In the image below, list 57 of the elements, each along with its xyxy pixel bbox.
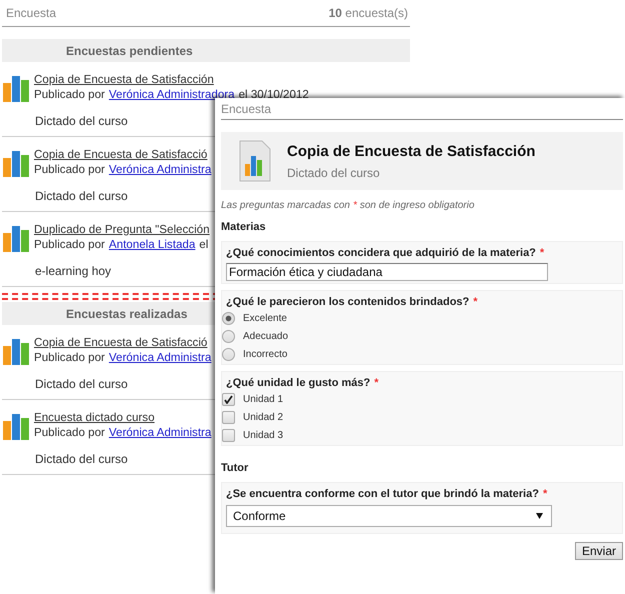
published-label: Publicado por [34, 237, 105, 252]
required-mark: * [473, 296, 478, 308]
survey-subtitle: Dictado del curso [287, 166, 381, 180]
author-link[interactable]: Verónica Administra [108, 350, 212, 365]
note-text: Las preguntas marcadas con [221, 200, 350, 211]
date-text: el 30/10/2012 [238, 87, 309, 102]
author-link[interactable]: Antonela Listada [108, 237, 196, 252]
dropdown[interactable]: Conforme [226, 505, 552, 527]
document-chart-icon [237, 140, 271, 182]
answer-field[interactable]: Formación ética y ciudadana [226, 263, 548, 281]
survey-count: 10 encuesta(s) [328, 6, 408, 20]
author-link[interactable]: Verónica Administradora [108, 87, 235, 102]
survey-description: Dictado del curso [35, 377, 128, 391]
author-link[interactable]: Verónica Administra [108, 425, 212, 440]
survey-link[interactable]: Copia de Encuesta de Satisfacció [34, 335, 212, 350]
option-label: Unidad 3 [243, 430, 284, 440]
group-heading: Materias [221, 221, 267, 233]
survey-description: Dictado del curso [35, 114, 128, 128]
survey-description: Dictado del curso [35, 189, 128, 203]
survey-link[interactable]: Duplicado de Pregunta "Selección [34, 222, 210, 237]
question-text: ¿Qué conocimientos concidera que adquirió de la materia? [226, 247, 536, 259]
survey-link[interactable]: Copia de Encuesta de Satisfacción [34, 72, 309, 87]
date-text: el [199, 237, 208, 252]
checkbox[interactable] [222, 392, 235, 406]
question-text: ¿Se encuentra conforme con el tutor que brindó la materia? [226, 488, 539, 500]
option-label: Incorrecto [243, 348, 288, 360]
dialog-title: Encuesta [221, 102, 272, 116]
required-mark: * [352, 200, 357, 211]
checkbox[interactable] [222, 428, 235, 442]
option-label: Unidad 2 [243, 412, 284, 422]
checkbox[interactable] [222, 410, 235, 424]
published-label: Publicado por [34, 162, 105, 177]
radio-button[interactable] [222, 348, 235, 360]
radio-button[interactable] [222, 330, 235, 342]
page-title: Encuesta [6, 6, 56, 20]
caret-icon [536, 513, 543, 519]
option-label: Unidad 1 [243, 394, 284, 404]
section-heading: Encuestas pendientes [2, 39, 410, 62]
survey-link[interactable]: Copia de Encuesta de Satisfacció [34, 147, 212, 162]
option-label: Adecuado [243, 330, 288, 342]
author-link[interactable]: Verónica Administra [108, 162, 212, 177]
submit-button[interactable]: Enviar [574, 542, 623, 560]
survey-description: Dictado del curso [35, 452, 128, 466]
required-mark: * [540, 247, 544, 259]
required-mark: * [374, 377, 379, 389]
question-text: ¿Qué unidad le gusto más? [226, 377, 370, 389]
survey-title: Copia de Encuesta de Satisfacción [287, 142, 536, 160]
published-label: Publicado por [34, 350, 105, 365]
published-label: Publicado por [34, 425, 105, 440]
published-label: Publicado por [34, 87, 105, 102]
required-mark: * [542, 488, 548, 500]
note-text: son de ingreso obligatorio [360, 200, 474, 211]
option-label: Excelente [243, 312, 287, 324]
survey-description: e-learning hoy [35, 264, 112, 278]
group-heading: Tutor [221, 462, 250, 474]
survey-link[interactable]: Encuesta dictado curso [34, 410, 212, 425]
radio-button[interactable] [222, 312, 235, 324]
